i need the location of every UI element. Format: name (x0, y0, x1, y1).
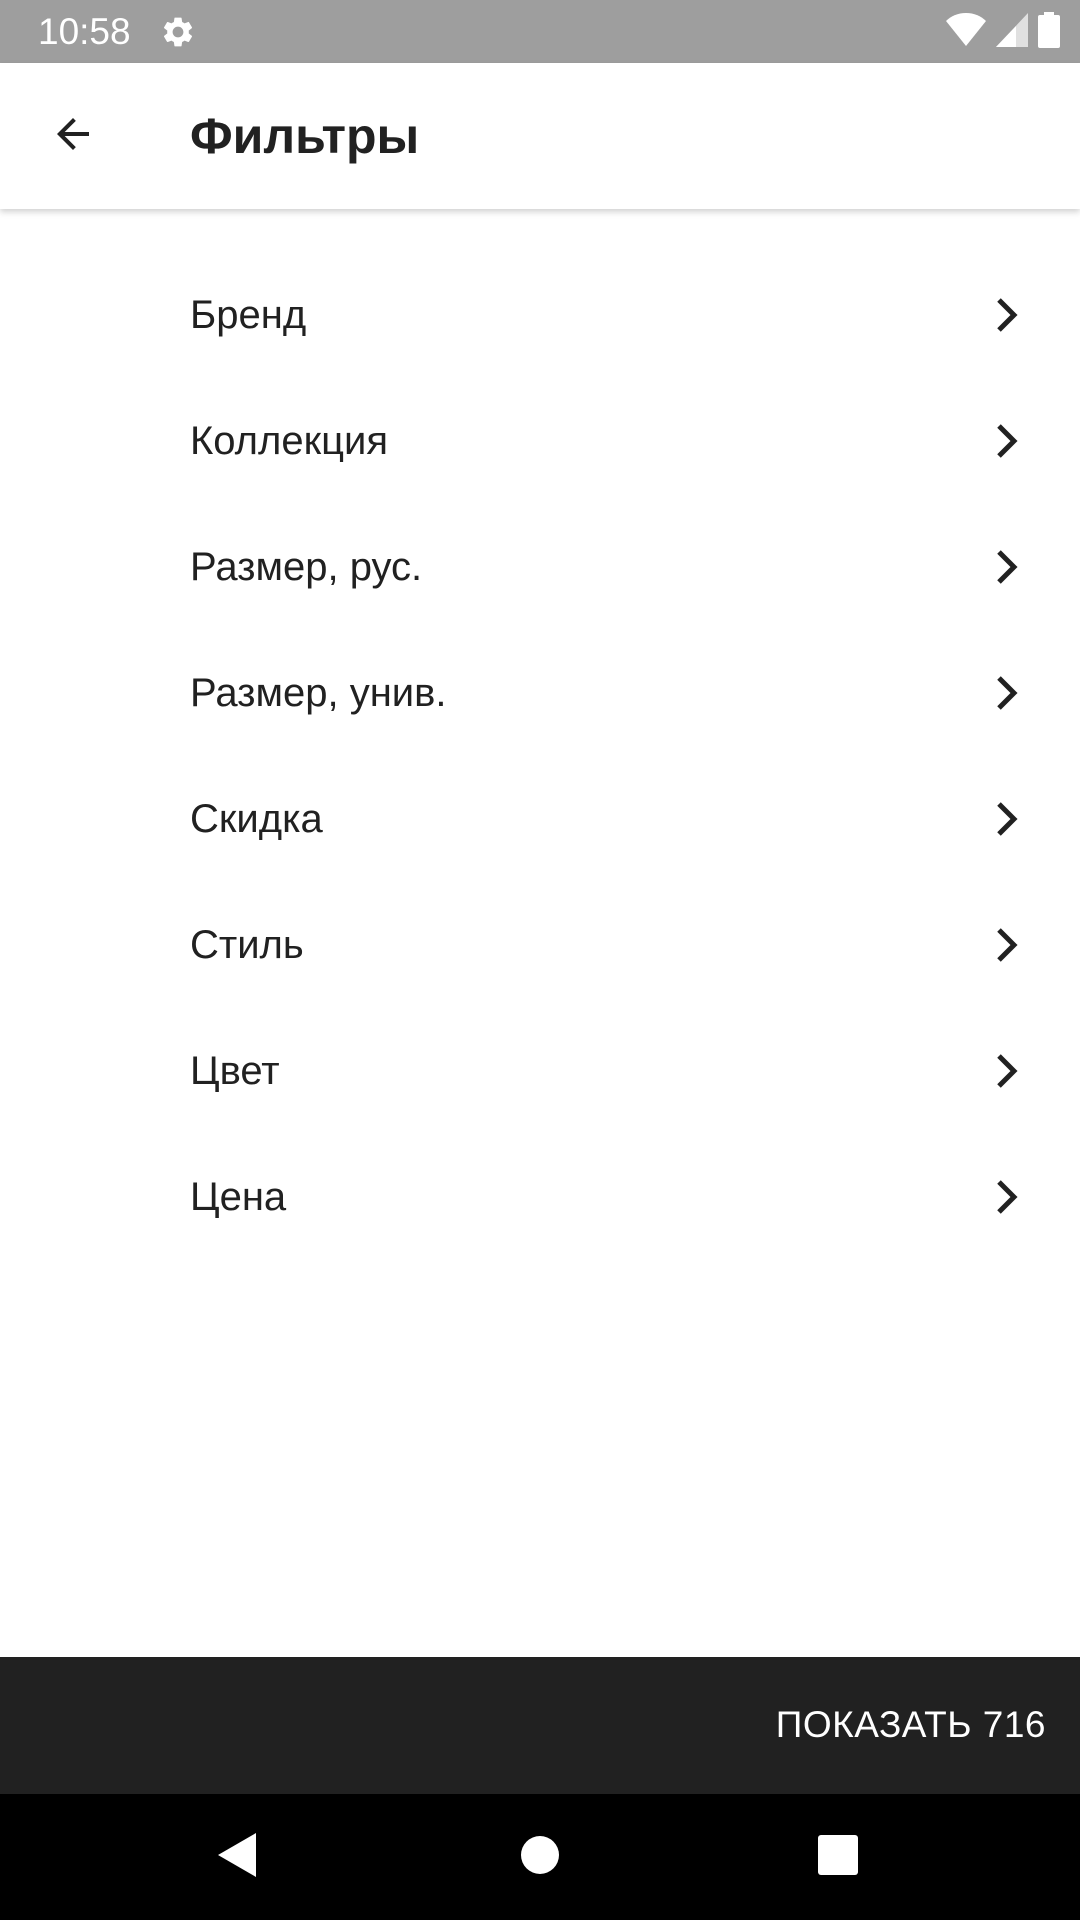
filter-item-discount[interactable]: Скидка (0, 756, 1080, 882)
app-bar: Фильтры (0, 63, 1080, 209)
status-icons (946, 11, 1060, 53)
filter-label: Цена (190, 1175, 287, 1219)
chevron-right-icon (992, 1051, 1022, 1091)
nav-recents-button[interactable] (805, 1824, 871, 1890)
status-bar: 10:58 (0, 0, 1080, 63)
filter-label: Цвет (190, 1049, 280, 1093)
chevron-right-icon (992, 1177, 1022, 1217)
show-results-label: ПОКАЗАТЬ 716 (775, 1704, 1046, 1745)
filter-list: Бренд Коллекция Размер, рус. Размер, уни… (0, 252, 1080, 1260)
filter-label: Размер, унив. (190, 671, 447, 715)
chevron-right-icon (992, 673, 1022, 713)
nav-home-button[interactable] (507, 1824, 573, 1890)
filter-item-style[interactable]: Стиль (0, 882, 1080, 1008)
status-time: 10:58 (38, 11, 131, 52)
chevron-right-icon (992, 421, 1022, 461)
filter-item-size-ru[interactable]: Размер, рус. (0, 504, 1080, 630)
chevron-right-icon (992, 547, 1022, 587)
filter-item-collection[interactable]: Коллекция (0, 378, 1080, 504)
arrow-back-icon (49, 110, 97, 163)
show-results-button[interactable]: ПОКАЗАТЬ 716 (0, 1657, 1080, 1794)
system-nav-bar (0, 1794, 1080, 1920)
nav-home-icon (520, 1835, 560, 1880)
filter-label: Стиль (190, 923, 304, 967)
nav-back-button[interactable] (205, 1824, 271, 1890)
chevron-right-icon (992, 925, 1022, 965)
cell-signal-icon (996, 12, 1028, 52)
wifi-icon (946, 12, 986, 52)
filter-item-price[interactable]: Цена (0, 1134, 1080, 1260)
filter-item-color[interactable]: Цвет (0, 1008, 1080, 1134)
filter-label: Коллекция (190, 419, 389, 463)
nav-recents-icon (818, 1834, 858, 1880)
filter-item-brand[interactable]: Бренд (0, 252, 1080, 378)
chevron-right-icon (992, 799, 1022, 839)
gear-icon (160, 14, 196, 50)
back-button[interactable] (30, 99, 116, 173)
filters-screen: 10:58 Фильтры Бренд Коллекция Размер, ру… (0, 0, 1080, 1920)
nav-back-icon (216, 1831, 260, 1884)
filter-label: Размер, рус. (190, 545, 423, 589)
filter-item-size-universal[interactable]: Размер, унив. (0, 630, 1080, 756)
page-title: Фильтры (190, 108, 420, 164)
filter-label: Бренд (190, 293, 307, 337)
battery-icon (1038, 11, 1060, 53)
filter-label: Скидка (190, 797, 323, 841)
chevron-right-icon (992, 295, 1022, 335)
